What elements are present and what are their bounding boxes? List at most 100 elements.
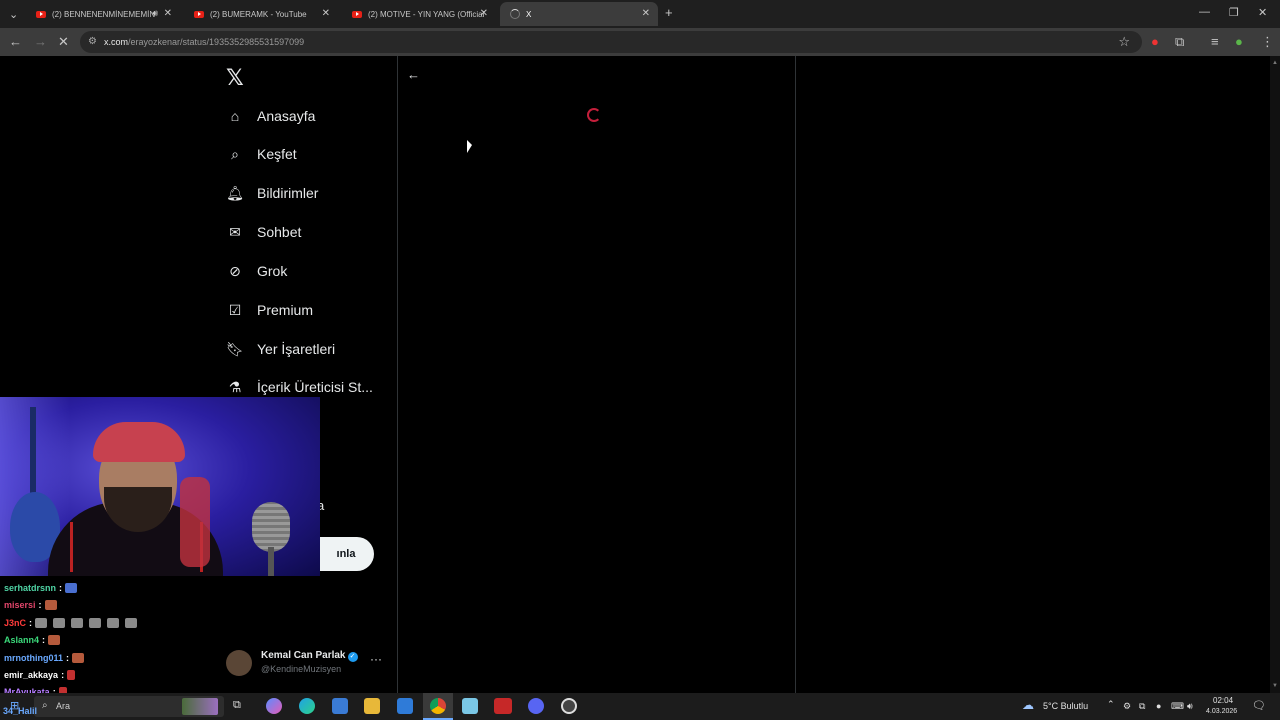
back-arrow-icon[interactable]: ← xyxy=(9,34,22,50)
notification-center-icon[interactable]: 🗨︎ xyxy=(1252,699,1266,712)
chat-message: serhatdrsnn: xyxy=(4,583,83,593)
tray-overflow-icon[interactable]: ⌃ xyxy=(1107,699,1115,710)
headphones-cap xyxy=(93,422,185,462)
scroll-down-icon[interactable]: ▼ xyxy=(1272,683,1278,689)
browser-tab-strip: ⌄ (2) BENNENENMİNEMEMİN 🔊︎ ✕ (2) BUMERAM… xyxy=(0,0,1280,28)
browser-tab-1[interactable]: (2) BENNENENMİNEMEMİN 🔊︎ ✕ xyxy=(26,2,180,26)
x-logo-icon[interactable]: 𝕏 xyxy=(226,66,244,91)
nav-item-grok[interactable]: ⊘ Grok xyxy=(222,256,287,286)
close-tab-icon[interactable]: ✕ xyxy=(642,8,650,19)
page-scrollbar[interactable]: ▲ ▼ xyxy=(1270,56,1280,693)
sidebar-divider xyxy=(397,56,398,693)
copilot-icon[interactable] xyxy=(266,698,282,714)
media-controls-icon[interactable]: ≡ xyxy=(1211,34,1219,50)
speaker-icon[interactable]: 🔊︎ xyxy=(152,8,158,19)
mail-icon: ✉ xyxy=(229,223,241,240)
minimize-icon[interactable]: — xyxy=(1199,6,1210,18)
nav-item-premium[interactable]: ☑ Premium xyxy=(222,295,313,325)
main-column-divider xyxy=(795,56,796,693)
tab-title: X xyxy=(526,9,532,19)
close-tab-icon[interactable]: ✕ xyxy=(322,8,330,19)
tab-title: (2) MOTIVE - YIN YANG (Official xyxy=(368,9,485,19)
discord-icon[interactable] xyxy=(528,698,544,714)
restore-icon[interactable]: ❐ xyxy=(1229,6,1239,19)
stop-loading-icon[interactable]: ✕ xyxy=(58,34,69,50)
x-page: 𝕏 ⌂ Anasayfa ⌕ Keşfet 🔔︎ Bildirimler ✉ S… xyxy=(0,56,1280,693)
task-view-icon[interactable]: ⧉ xyxy=(233,699,241,712)
chat-message: Aslann4: xyxy=(4,635,66,645)
tray-app-icon[interactable]: ⧉ xyxy=(1139,701,1145,712)
store-icon[interactable] xyxy=(332,698,348,714)
steam-icon[interactable]: ⚙ xyxy=(1123,701,1131,712)
notepad-icon[interactable] xyxy=(462,698,478,714)
streamer-webcam xyxy=(0,397,320,576)
emote-icon xyxy=(65,583,78,593)
browser-menu-icon[interactable]: ⋮ xyxy=(1261,34,1274,50)
nav-item-messages[interactable]: ✉ Sohbet xyxy=(222,217,301,247)
volume-icon[interactable]: 🔊︎ xyxy=(1187,701,1193,712)
taskbar-search-box[interactable]: ⌕ Ara xyxy=(34,696,224,717)
mouse-cursor-icon xyxy=(467,140,472,153)
windows-taskbar: ⊞ ⌕ Ara 34_Halil ⧉ ☁ 5°C Bulutlu ⌃ ⚙ ⧉ ●… xyxy=(0,693,1280,720)
nav-item-bookmarks[interactable]: 🔖︎ Yer İşaretleri xyxy=(222,334,335,364)
chat-overlay-user: 34_Halil xyxy=(3,706,38,716)
file-explorer-icon[interactable] xyxy=(364,698,380,714)
nav-label: Anasayfa xyxy=(257,108,316,124)
loading-spinner-icon xyxy=(510,9,520,19)
edge-icon[interactable] xyxy=(299,698,315,714)
nav-item-home[interactable]: ⌂ Anasayfa xyxy=(222,101,316,131)
weather-icon: ☁ xyxy=(1022,698,1034,712)
bookmark-icon: 🔖︎ xyxy=(226,340,244,357)
emote-icon xyxy=(125,618,138,628)
search-icon: ⌕ xyxy=(42,700,48,711)
bookmark-star-icon[interactable]: ☆ xyxy=(1118,34,1130,50)
nav-label: Grok xyxy=(257,263,288,279)
forward-arrow-icon[interactable]: → xyxy=(34,34,47,50)
extension-record-icon[interactable]: ● xyxy=(1151,34,1159,50)
nav-item-explore[interactable]: ⌕ Keşfet xyxy=(222,139,297,169)
more-options-icon[interactable]: ··· xyxy=(370,652,382,666)
tab-search-icon[interactable]: ⌄ xyxy=(9,8,18,21)
nav-item-notifications[interactable]: 🔔︎ Bildirimler xyxy=(222,178,318,208)
avatar xyxy=(226,650,252,676)
chrome-icon xyxy=(430,698,446,714)
browser-tab-2[interactable]: (2) BUMERAMK - YouTube ✕ xyxy=(184,2,338,26)
profile-avatar-icon[interactable]: ● xyxy=(1235,34,1243,50)
account-handle: @KendineMuzisyen xyxy=(261,664,342,674)
close-window-icon[interactable]: ✕ xyxy=(1258,6,1267,19)
browser-tab-active[interactable]: X ✕ xyxy=(500,2,658,26)
emote-icon xyxy=(107,618,120,628)
video-editor-icon[interactable] xyxy=(494,698,512,714)
new-tab-icon[interactable]: + xyxy=(665,5,673,20)
mail-app-icon[interactable] xyxy=(397,698,413,714)
microphone xyxy=(252,502,290,552)
emote-icon xyxy=(67,670,76,680)
obs-icon[interactable] xyxy=(561,698,577,714)
nav-label: Keşfet xyxy=(257,146,297,162)
chat-message: J3nC: xyxy=(4,618,143,628)
microphone-tray-icon[interactable]: ● xyxy=(1156,701,1161,711)
search-icon: ⌕ xyxy=(231,145,239,162)
scroll-up-icon[interactable]: ▲ xyxy=(1272,60,1278,66)
weather-text[interactable]: 5°C Bulutlu xyxy=(1043,701,1088,711)
close-tab-icon[interactable]: ✕ xyxy=(164,8,172,19)
nav-label: Sohbet xyxy=(257,224,302,240)
account-name: Kemal Can Parlak ✓ xyxy=(261,650,358,662)
youtube-icon xyxy=(194,10,204,18)
address-bar[interactable]: ⚙ x.com/erayozkenar/status/1935352985531… xyxy=(80,31,1142,53)
loading-spinner-icon xyxy=(587,108,601,122)
chrome-taskbar-active[interactable] xyxy=(423,693,453,720)
grok-icon: ⊘ xyxy=(229,262,241,279)
network-icon[interactable]: ⌨ xyxy=(1171,701,1184,712)
home-icon: ⌂ xyxy=(230,108,240,124)
site-settings-icon[interactable]: ⚙ xyxy=(88,36,97,47)
youtube-icon xyxy=(36,10,46,18)
emote-icon xyxy=(72,653,85,663)
emote-icon xyxy=(53,618,66,628)
clock-time[interactable]: 02:04 xyxy=(1213,696,1233,705)
extensions-puzzle-icon[interactable]: ⧉ xyxy=(1175,34,1184,50)
close-tab-icon[interactable]: ✕ xyxy=(480,8,488,19)
browser-tab-3[interactable]: (2) MOTIVE - YIN YANG (Official ✕ xyxy=(342,2,496,26)
back-arrow-icon[interactable]: ← xyxy=(407,67,420,82)
clock-date[interactable]: 4.03.2026 xyxy=(1206,708,1237,715)
